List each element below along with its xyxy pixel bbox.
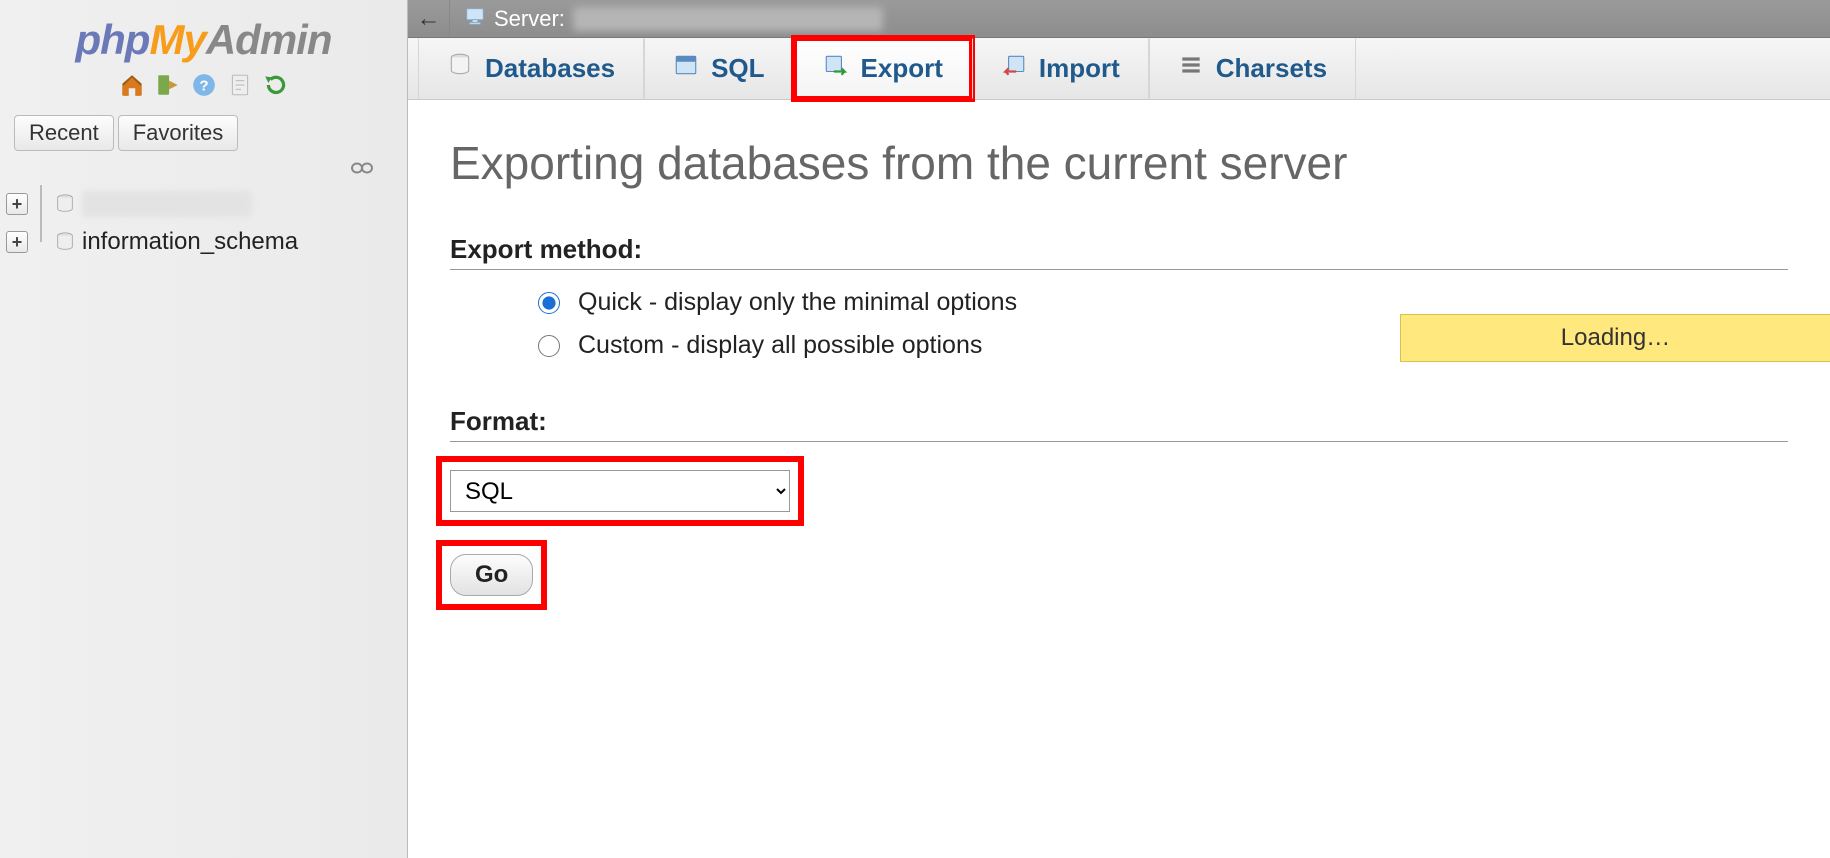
server-icon xyxy=(464,5,486,33)
expand-icon[interactable]: + xyxy=(6,231,28,253)
loading-text: Loading… xyxy=(1561,324,1670,352)
logout-icon[interactable] xyxy=(155,72,181,103)
tab-export[interactable]: Export xyxy=(794,38,972,99)
arrow-left-icon: ← xyxy=(417,5,441,33)
tab-label: SQL xyxy=(711,53,764,84)
tab-databases[interactable]: Databases xyxy=(418,38,644,99)
sidebar-quick-icons: ? xyxy=(0,68,407,113)
docs-icon[interactable] xyxy=(227,72,253,103)
db-stack-icon xyxy=(447,52,473,85)
go-button[interactable]: Go xyxy=(450,554,533,596)
export-icon xyxy=(823,52,849,85)
radio-quick-input[interactable] xyxy=(538,292,560,314)
format-heading: Format: xyxy=(450,406,1788,442)
svg-text:?: ? xyxy=(199,77,208,94)
logo-part-admin: Admin xyxy=(206,16,332,63)
expand-icon[interactable]: + xyxy=(6,193,28,215)
server-name-redacted xyxy=(573,7,883,31)
reload-icon[interactable] xyxy=(263,72,289,103)
tab-charsets[interactable]: Charsets xyxy=(1149,38,1356,99)
tab-label: Export xyxy=(861,53,943,84)
database-label-redacted xyxy=(82,191,252,217)
tree-connector xyxy=(34,185,48,223)
server-label: Server: xyxy=(494,6,565,32)
top-tabs: Databases SQL Export Import Charsets xyxy=(408,38,1830,100)
tree-connector xyxy=(34,223,48,261)
radio-quick[interactable]: Quick - display only the minimal options xyxy=(538,288,1788,317)
tree-node[interactable]: + information_schema xyxy=(6,223,401,261)
phpmyadmin-logo: phpMyAdmin xyxy=(0,10,407,68)
database-label: information_schema xyxy=(82,228,298,256)
recent-favorites-toggle: Recent Favorites xyxy=(0,113,407,159)
page-title: Exporting databases from the current ser… xyxy=(450,136,1788,190)
tab-label: Charsets xyxy=(1216,53,1327,84)
server-breadcrumb[interactable]: Server: xyxy=(450,5,897,33)
breadcrumb-bar: ← Server: xyxy=(408,0,1830,38)
radio-custom-input[interactable] xyxy=(538,335,560,357)
home-icon[interactable] xyxy=(119,72,145,103)
tab-label: Import xyxy=(1039,53,1120,84)
database-icon xyxy=(54,231,76,253)
tab-label: Databases xyxy=(485,53,615,84)
sidebar: phpMyAdmin ? Recent Favorites xyxy=(0,0,408,858)
logo-part-php: php xyxy=(76,16,150,63)
logo-part-my: My xyxy=(149,16,205,63)
radio-quick-label: Quick - display only the minimal options xyxy=(578,288,1017,317)
collapse-link-icon[interactable] xyxy=(351,161,373,175)
content-area: Exporting databases from the current ser… xyxy=(408,100,1830,858)
import-icon xyxy=(1001,52,1027,85)
help-icon[interactable]: ? xyxy=(191,72,217,103)
database-tree: + + information_schema xyxy=(0,181,407,265)
tab-import[interactable]: Import xyxy=(972,38,1149,99)
export-method-heading: Export method: xyxy=(450,234,1788,270)
recent-button[interactable]: Recent xyxy=(14,115,114,151)
charsets-icon xyxy=(1178,52,1204,85)
tab-sql[interactable]: SQL xyxy=(644,38,793,99)
database-icon xyxy=(54,193,76,215)
format-select[interactable]: SQL xyxy=(450,470,790,512)
loading-banner: Loading… xyxy=(1400,314,1830,362)
favorites-button[interactable]: Favorites xyxy=(118,115,238,151)
main-panel: ← Server: Databases SQL Exp xyxy=(408,0,1830,858)
back-button[interactable]: ← xyxy=(408,0,450,37)
radio-custom-label: Custom - display all possible options xyxy=(578,331,982,360)
sql-window-icon xyxy=(673,52,699,85)
tree-node[interactable]: + xyxy=(6,185,401,223)
